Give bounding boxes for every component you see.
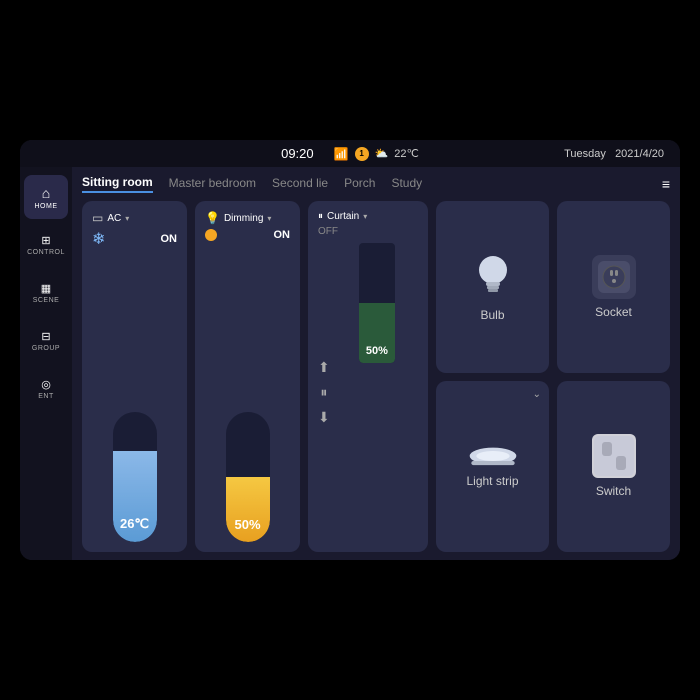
- sidebar-item-scene[interactable]: ▦ SCENE: [24, 271, 68, 315]
- ent-icon: ◎: [41, 378, 51, 391]
- curtain-visual: ⬆ ⏸ ⬇ 50%: [318, 243, 418, 542]
- day-of-week: Tuesday: [564, 148, 606, 160]
- dimming-status-row: ON: [205, 229, 290, 241]
- socket-card[interactable]: Socket: [557, 201, 670, 373]
- date: 2021/4/20: [615, 148, 664, 160]
- curtain-track: 50%: [359, 243, 395, 363]
- light-strip-label: Light strip: [466, 474, 518, 488]
- ac-value: 26℃: [113, 516, 157, 532]
- scene-icon: ▦: [41, 282, 51, 295]
- dimming-dot: [205, 229, 217, 241]
- bulb-card[interactable]: Bulb: [436, 201, 549, 373]
- sidebar-item-ent[interactable]: ◎ ENT: [24, 367, 68, 411]
- ac-chevron-icon: ▾: [125, 214, 129, 223]
- dimming-slider-fill: [226, 477, 270, 542]
- room-menu-icon[interactable]: ≡: [662, 176, 670, 192]
- ac-card-header: ▭ AC ▾: [92, 211, 177, 225]
- bulb-label: Bulb: [480, 308, 504, 322]
- dimming-slider-track: 50%: [226, 412, 270, 542]
- ac-status: ON: [161, 233, 178, 245]
- light-strip-icon: [468, 444, 518, 468]
- curtain-header: ⏸ Curtain ▾: [318, 211, 418, 222]
- curtain-pause-icon[interactable]: ⏸: [320, 384, 327, 401]
- status-bar: 09:20 📶 1 ⛅ 22℃ Tuesday 2021/4/20: [20, 140, 680, 167]
- sidebar-item-control[interactable]: ⊞ CONTROL: [24, 223, 68, 267]
- tab-porch[interactable]: Porch: [344, 176, 375, 192]
- curtain-name: Curtain: [327, 211, 359, 222]
- weather-icon: ⛅: [375, 147, 389, 160]
- temperature: 22℃: [394, 147, 419, 160]
- ac-status-row: ❄ ON: [92, 229, 177, 249]
- ac-slider[interactable]: 26℃: [92, 253, 177, 542]
- ac-icon: ▭: [92, 211, 103, 225]
- wifi-icon: 📶: [334, 147, 349, 161]
- curtain-slider[interactable]: 50%: [336, 243, 418, 542]
- tab-study[interactable]: Study: [391, 176, 422, 192]
- expand-icon: ⌄: [533, 389, 541, 400]
- tab-second-lie[interactable]: Second lie: [272, 176, 328, 192]
- bulb-small-icon: 💡: [205, 211, 220, 225]
- curtain-card[interactable]: ⏸ Curtain ▾ OFF ⬆ ⏸ ⬇: [308, 201, 428, 552]
- ac-mode-icon: ❄: [92, 229, 105, 249]
- sidebar: ⌂ HOME ⊞ CONTROL ▦ SCENE ⊟ GROUP ◎ ENT: [20, 167, 72, 560]
- sidebar-label-scene: SCENE: [33, 297, 60, 304]
- dimming-name: Dimming: [224, 213, 263, 224]
- curtain-controls: ⬆ ⏸ ⬇: [318, 243, 330, 542]
- pause-icon: ⏸: [318, 211, 323, 222]
- curtain-down-icon[interactable]: ⬇: [318, 409, 330, 426]
- right-grid: Bulb Socket: [436, 201, 670, 552]
- sidebar-item-group[interactable]: ⊟ GROUP: [24, 319, 68, 363]
- ac-name: AC: [107, 213, 121, 224]
- dimming-value: 50%: [226, 517, 270, 532]
- sidebar-label-group: GROUP: [32, 345, 60, 352]
- main-area: ⌂ HOME ⊞ CONTROL ▦ SCENE ⊟ GROUP ◎ ENT: [20, 167, 680, 560]
- dimming-chevron-icon: ▾: [267, 214, 271, 223]
- content-area: Sitting room Master bedroom Second lie P…: [72, 167, 680, 560]
- date-info: Tuesday 2021/4/20: [564, 148, 664, 160]
- dimming-card-header: 💡 Dimming ▾: [205, 211, 290, 225]
- notification-badge: 1: [355, 147, 369, 161]
- sidebar-label-control: CONTROL: [27, 249, 65, 256]
- socket-label: Socket: [595, 305, 632, 319]
- switch-icon: [592, 434, 636, 478]
- tab-sitting-room[interactable]: Sitting room: [82, 175, 153, 193]
- device-frame: 09:20 📶 1 ⛅ 22℃ Tuesday 2021/4/20 ⌂ HOME…: [20, 140, 680, 560]
- status-icons: 📶 1 ⛅ 22℃: [334, 147, 419, 161]
- home-icon: ⌂: [42, 185, 50, 201]
- sidebar-label-home: HOME: [35, 203, 58, 210]
- clock-time: 09:20: [281, 146, 314, 161]
- curtain-chevron-icon: ▾: [363, 212, 367, 221]
- sidebar-item-home[interactable]: ⌂ HOME: [24, 175, 68, 219]
- bulb-icon: [468, 252, 518, 302]
- light-strip-card[interactable]: ⌄ Light strip: [436, 381, 549, 553]
- switch-card[interactable]: Switch: [557, 381, 670, 553]
- dimming-slider[interactable]: 50%: [205, 245, 290, 542]
- tab-master-bedroom[interactable]: Master bedroom: [169, 176, 256, 192]
- ac-slider-track: 26℃: [113, 412, 157, 542]
- dimming-status: ON: [274, 229, 291, 241]
- curtain-up-icon[interactable]: ⬆: [318, 359, 330, 376]
- group-icon: ⊟: [41, 330, 50, 343]
- sidebar-label-ent: ENT: [38, 393, 54, 400]
- control-icon: ⊞: [41, 234, 50, 247]
- switch-label: Switch: [596, 484, 631, 498]
- cards-grid: ▭ AC ▾ ❄ ON 26℃: [82, 201, 670, 552]
- socket-icon: [592, 255, 636, 299]
- dimming-card[interactable]: 💡 Dimming ▾ ON 50%: [195, 201, 300, 552]
- curtain-value: 50%: [359, 345, 395, 357]
- ac-card[interactable]: ▭ AC ▾ ❄ ON 26℃: [82, 201, 187, 552]
- room-tabs: Sitting room Master bedroom Second lie P…: [82, 175, 670, 193]
- curtain-status: OFF: [318, 226, 418, 237]
